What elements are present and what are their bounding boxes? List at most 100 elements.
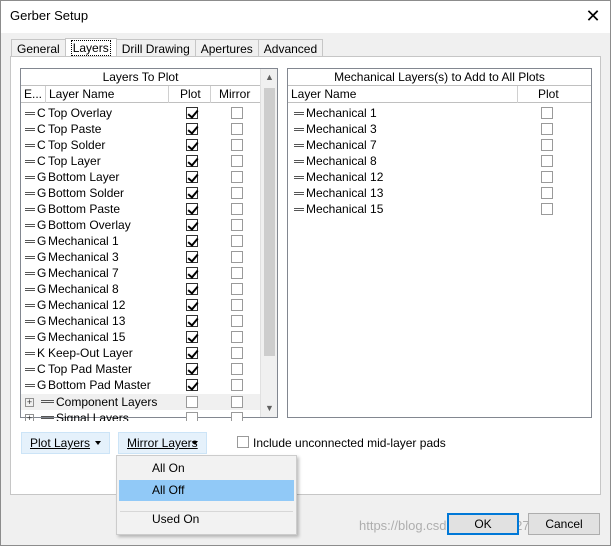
mirror-checkbox[interactable] [231,107,243,119]
plot-checkbox[interactable] [186,235,198,247]
table-row[interactable]: G Bottom Overlay [21,217,261,233]
mech-plot-checkbox[interactable] [541,123,553,135]
table-row[interactable]: G Mechanical 13 [21,313,261,329]
column-mirror[interactable]: Mirror [211,86,262,103]
menu-item-used-on[interactable]: Used On [119,509,294,530]
ok-button[interactable]: OK [447,513,519,535]
table-row[interactable]: K Keep-Out Layer [21,345,261,361]
mirror-checkbox[interactable] [231,267,243,279]
table-row[interactable]: Mechanical 13 [288,185,588,201]
mirror-checkbox[interactable] [231,299,243,311]
plot-checkbox[interactable] [186,203,198,215]
plot-checkbox[interactable] [186,379,198,391]
plot-checkbox[interactable] [186,363,198,375]
cancel-button[interactable]: Cancel [528,513,600,535]
plot-checkbox[interactable] [186,299,198,311]
expand-icon[interactable]: + [25,398,34,407]
column-layer-name[interactable]: Layer Name [46,86,169,103]
layer-group-row[interactable]: + Component Layers [21,394,261,410]
mirror-checkbox[interactable] [231,123,243,135]
layer-group-row[interactable]: + Signal Layers [21,410,261,421]
expand-icon[interactable]: + [25,414,34,421]
table-row[interactable]: G Bottom Solder [21,185,261,201]
plot-checkbox[interactable] [186,251,198,263]
mirror-checkbox[interactable] [231,171,243,183]
table-row[interactable]: Mechanical 1 [288,105,588,121]
mech-column-plot[interactable]: Plot [518,86,591,103]
mirror-checkbox[interactable] [231,347,243,359]
plot-checkbox[interactable] [186,412,198,421]
plot-checkbox[interactable] [186,107,198,119]
mirror-checkbox[interactable] [231,315,243,327]
plot-checkbox[interactable] [186,331,198,343]
include-unconnected-label[interactable]: Include unconnected mid-layer pads [253,436,446,450]
plot-checkbox[interactable] [186,171,198,183]
plot-checkbox[interactable] [186,139,198,151]
close-icon[interactable]: ✕ [582,5,604,27]
table-row[interactable]: Mechanical 7 [288,137,588,153]
mirror-checkbox[interactable] [231,155,243,167]
table-row[interactable]: G Mechanical 15 [21,329,261,345]
table-row[interactable]: C Top Pad Master [21,361,261,377]
mirror-layers-button[interactable]: Mirror Layers [118,432,207,454]
mirror-checkbox[interactable] [231,396,243,408]
table-row[interactable]: G Bottom Layer [21,169,261,185]
table-row[interactable]: Mechanical 12 [288,169,588,185]
mirror-checkbox[interactable] [231,412,243,421]
plot-checkbox[interactable] [186,396,198,408]
mech-plot-checkbox[interactable] [541,203,553,215]
table-row[interactable]: G Bottom Pad Master [21,377,261,393]
menu-item-all-on[interactable]: All On [119,458,294,479]
plot-checkbox[interactable] [186,267,198,279]
tab-layers[interactable]: Layers [64,38,117,58]
mech-plot-checkbox[interactable] [541,171,553,183]
plot-checkbox[interactable] [186,219,198,231]
table-row[interactable]: G Mechanical 7 [21,265,261,281]
table-row[interactable]: C Top Layer [21,153,261,169]
table-row[interactable]: G Mechanical 12 [21,297,261,313]
table-row[interactable]: Mechanical 15 [288,201,588,217]
include-unconnected-checkbox[interactable] [237,436,249,448]
plot-checkbox[interactable] [186,347,198,359]
mech-plot-checkbox[interactable] [541,155,553,167]
scroll-down-icon[interactable]: ▼ [261,400,278,417]
column-plot[interactable]: Plot [169,86,211,103]
menu-item-all-off[interactable]: All Off [119,480,294,501]
tab-general[interactable]: General [11,39,66,57]
mirror-checkbox[interactable] [231,379,243,391]
mirror-checkbox[interactable] [231,235,243,247]
mirror-checkbox[interactable] [231,331,243,343]
plot-checkbox[interactable] [186,123,198,135]
plot-checkbox[interactable] [186,187,198,199]
tab-drill-drawing[interactable]: Drill Drawing [115,39,196,57]
mirror-checkbox[interactable] [231,219,243,231]
plot-checkbox[interactable] [186,283,198,295]
tab-advanced[interactable]: Advanced [257,39,324,57]
plot-checkbox[interactable] [186,315,198,327]
table-row[interactable]: C Top Overlay [21,105,261,121]
column-ext[interactable]: E... [21,86,46,103]
mirror-checkbox[interactable] [231,187,243,199]
tab-apertures[interactable]: Apertures [194,39,259,57]
table-row[interactable]: G Bottom Paste [21,201,261,217]
mech-plot-checkbox[interactable] [541,107,553,119]
mech-column-layer-name[interactable]: Layer Name [288,86,518,103]
table-row[interactable]: Mechanical 3 [288,121,588,137]
mirror-checkbox[interactable] [231,283,243,295]
mirror-checkbox[interactable] [231,203,243,215]
table-row[interactable]: C Top Paste [21,121,261,137]
mirror-checkbox[interactable] [231,139,243,151]
mirror-checkbox[interactable] [231,251,243,263]
table-row[interactable]: G Mechanical 3 [21,249,261,265]
table-row[interactable]: Mechanical 8 [288,153,588,169]
scroll-up-icon[interactable]: ▲ [261,69,278,86]
layers-scrollbar[interactable]: ▲ ▼ [260,69,277,417]
plot-checkbox[interactable] [186,155,198,167]
table-row[interactable]: C Top Solder [21,137,261,153]
table-row[interactable]: G Mechanical 1 [21,233,261,249]
mech-plot-checkbox[interactable] [541,139,553,151]
scroll-thumb[interactable] [264,88,275,356]
plot-layers-button[interactable]: Plot Layers [21,432,110,454]
mirror-checkbox[interactable] [231,363,243,375]
mech-plot-checkbox[interactable] [541,187,553,199]
